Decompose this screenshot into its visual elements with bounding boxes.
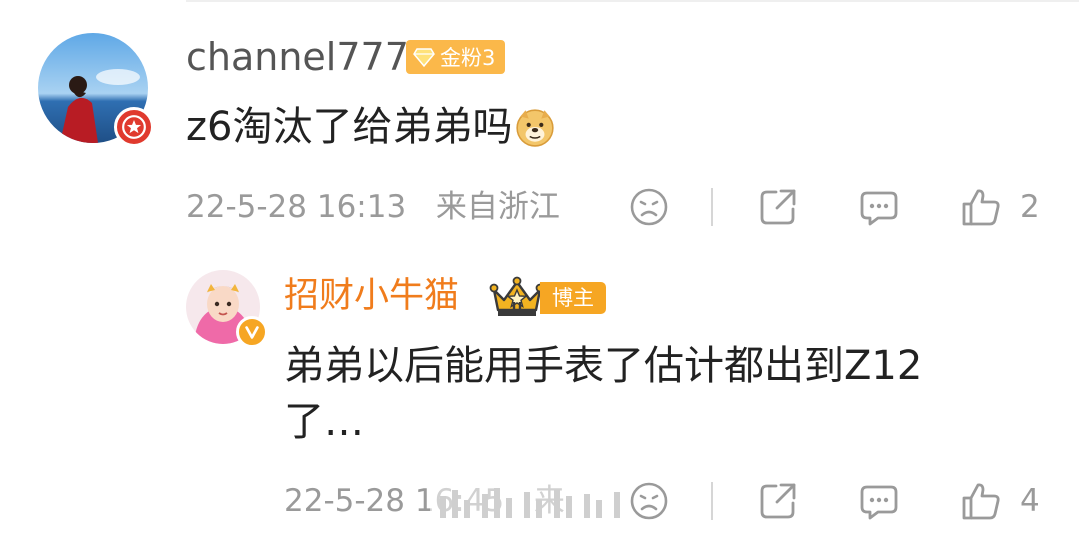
like-count: 4 bbox=[1020, 483, 1040, 519]
comment-thread: channel777 金粉3 z6淘汰了给弟弟吗 22-5-28 16:13 来… bbox=[0, 0, 1079, 549]
avatar[interactable] bbox=[38, 33, 154, 147]
fan-level-badge: 金粉3 bbox=[406, 40, 506, 74]
comment-icon[interactable] bbox=[858, 186, 900, 228]
like-count: 2 bbox=[1020, 189, 1040, 225]
doge-emoji-icon bbox=[516, 109, 555, 147]
comment-icon[interactable] bbox=[858, 480, 900, 522]
action-separator bbox=[711, 188, 713, 226]
reply-avatar[interactable] bbox=[186, 270, 268, 348]
reply-username[interactable]: 招财小牛猫 bbox=[284, 274, 459, 318]
action-separator bbox=[711, 482, 713, 520]
reply-text-line: 了… bbox=[284, 399, 364, 445]
fan-badge-label: 金粉3 bbox=[440, 46, 496, 70]
location: 来自浙江 bbox=[435, 189, 560, 225]
username[interactable]: channel777 bbox=[186, 34, 409, 80]
watermark-logo bbox=[430, 482, 635, 528]
like-thumb-icon[interactable] bbox=[960, 186, 1002, 228]
dislike-face-icon[interactable] bbox=[628, 480, 670, 522]
star-badge-icon bbox=[114, 107, 154, 147]
divider bbox=[186, 0, 1079, 2]
diamond-icon bbox=[413, 48, 435, 68]
reply-text-line: 弟弟以后能用手表了估计都出到Z12 bbox=[284, 343, 923, 389]
comment-text: z6淘汰了给弟弟吗 bbox=[186, 100, 556, 154]
comment-meta: 22-5-28 16:13 来自浙江 bbox=[186, 184, 560, 230]
crown-ii-icon bbox=[489, 276, 545, 316]
verified-v-icon bbox=[236, 316, 268, 348]
comment-text-body: z6淘汰了给弟弟吗 bbox=[186, 104, 513, 150]
dislike-face-icon[interactable] bbox=[628, 186, 670, 228]
share-icon[interactable] bbox=[757, 186, 799, 228]
like-thumb-icon[interactable] bbox=[960, 480, 1002, 522]
author-tag: 博主 bbox=[540, 282, 606, 314]
timestamp: 22-5-28 16:13 bbox=[186, 189, 407, 225]
share-icon[interactable] bbox=[757, 480, 799, 522]
